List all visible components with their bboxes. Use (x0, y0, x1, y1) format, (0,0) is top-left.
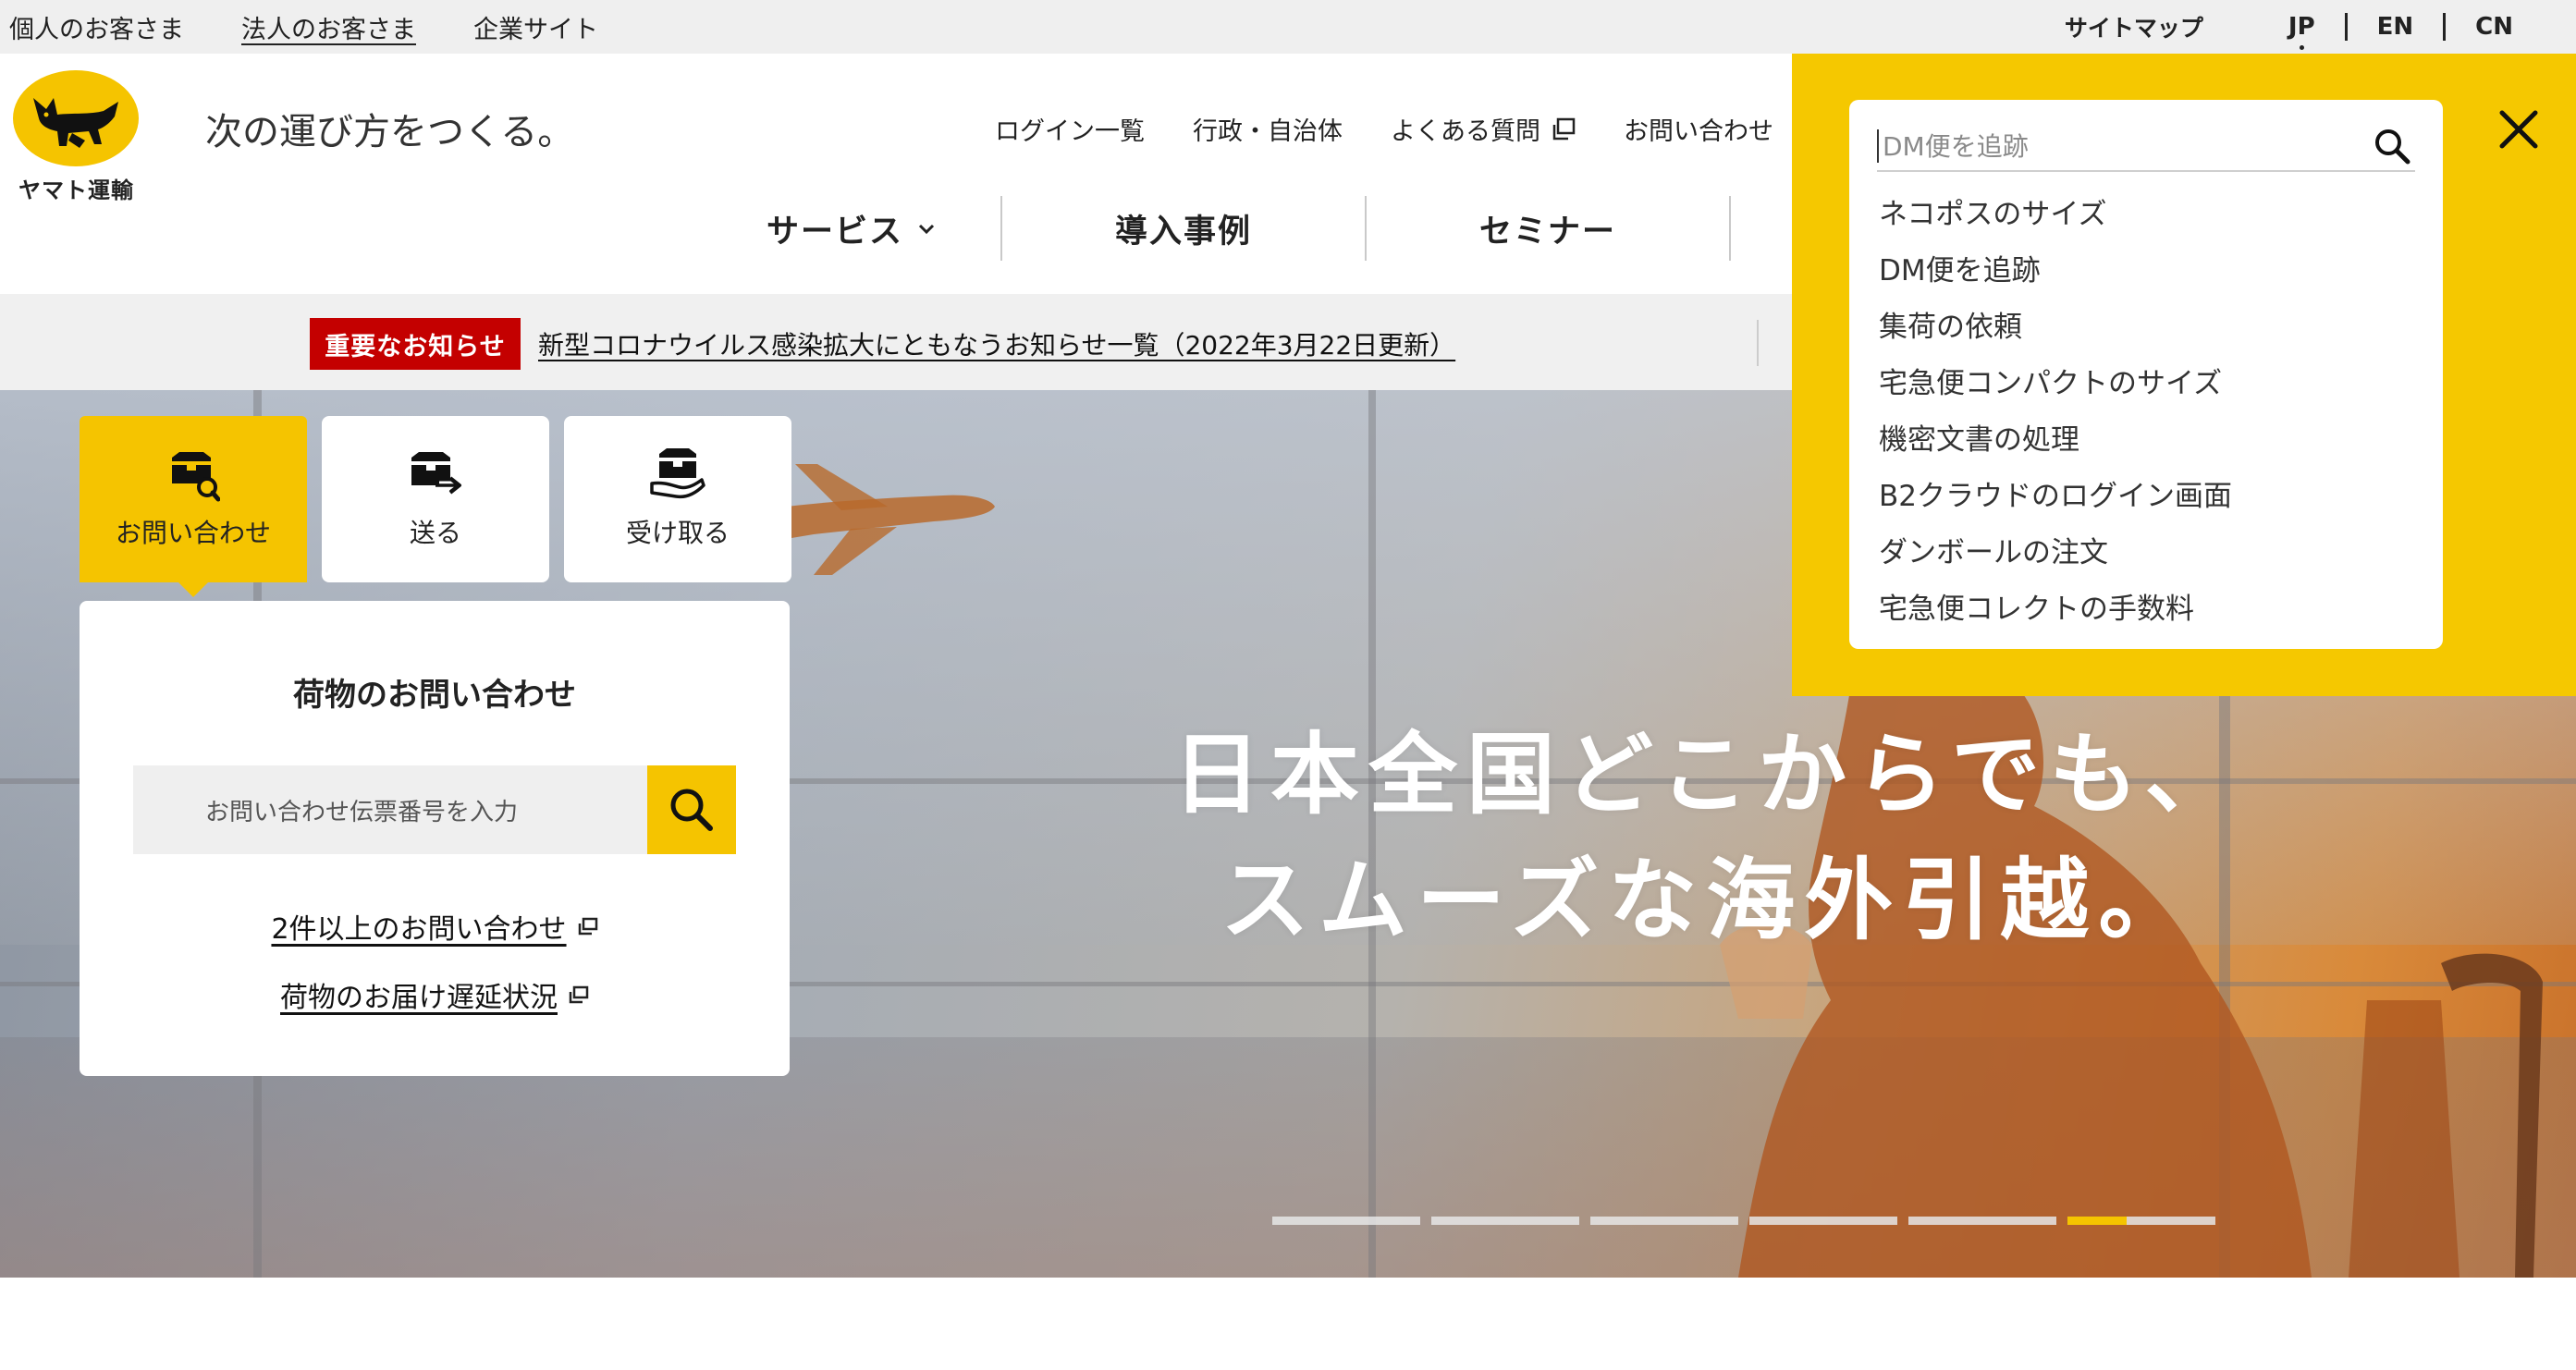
audience-links: 個人のお客さま 法人のお客さま 企業サイト (9, 0, 598, 54)
notice-divider (1757, 320, 1759, 366)
hero-headline-line2: スムーズな海外引越。 (1221, 849, 2197, 952)
hero-headline: 日本全国どこからでも、 スムーズな海外引越。 (1172, 712, 2282, 963)
slide-indicator[interactable] (1431, 1217, 1579, 1225)
search-suggestion-item[interactable]: 機密文書の処理 (1879, 409, 2232, 465)
box-receive-icon (650, 448, 705, 499)
hero-headline-line1: 日本全国どこからでも、 (1172, 723, 2243, 826)
search-suggestion-item[interactable]: 宅急便コンパクトのサイズ (1879, 352, 2232, 409)
tab-receive[interactable]: 受け取る (564, 416, 791, 582)
lang-en[interactable]: EN (2348, 13, 2444, 41)
search-suggestions: ネコポスのサイズ DM便を追跡 集荷の依頼 宅急便コンパクトのサイズ 機密文書の処理 B2… (1879, 183, 2232, 634)
lang-jp[interactable]: JP (2259, 13, 2345, 50)
slide-indicator[interactable] (2067, 1217, 2215, 1225)
box-search-icon (172, 452, 220, 502)
chevron-down-icon (918, 224, 935, 235)
tracking-panel: 荷物のお問い合わせ お問い合わせ伝票番号を入力 2件以上のお問い合わせ 荷物のお… (80, 601, 790, 1076)
multiple-inquiry-label: 2件以上のお問い合わせ (271, 913, 567, 946)
search-suggestion-item[interactable]: DM便を追跡 (1879, 239, 2232, 296)
quick-action-tabs: お問い合わせ 送る 受け取る (80, 416, 791, 597)
lang-cn[interactable]: CN (2446, 13, 2543, 41)
delivery-delay-label: 荷物のお届け遅延状況 (280, 982, 558, 1014)
site-search-input[interactable] (1877, 129, 2369, 163)
slide-indicator[interactable] (1749, 1217, 1897, 1225)
faq-link[interactable]: よくある質問 (1391, 111, 1576, 147)
tab-send[interactable]: 送る (322, 416, 549, 582)
slide-indicator[interactable] (1272, 1217, 1420, 1225)
slide-indicators (1272, 1217, 2215, 1225)
site-search-button[interactable] (2369, 123, 2415, 169)
search-icon (670, 789, 713, 831)
login-list-link[interactable]: ログイン一覧 (995, 111, 1145, 147)
tracking-panel-title: 荷物のお問い合わせ (293, 677, 576, 714)
slide-indicator[interactable] (1590, 1217, 1738, 1225)
main-navigation: サービス 導入事例 セミナー (703, 196, 1840, 261)
delivery-delay-link[interactable]: 荷物のお届け遅延状況 (80, 974, 790, 1015)
search-suggestion-item[interactable]: ネコポスのサイズ (1879, 183, 2232, 239)
black-cat-icon (33, 98, 118, 148)
external-window-icon (569, 985, 589, 1004)
search-suggestion-item[interactable]: B2クラウドのログイン画面 (1879, 465, 2232, 521)
nav-seminars-label: セミナー (1478, 213, 1616, 251)
utility-bar: 個人のお客さま 法人のお客さま 企業サイト サイトマップ JP EN CN (0, 0, 2576, 54)
nav-seminars[interactable]: セミナー (1365, 196, 1729, 261)
nav-services-label: サービス (766, 213, 903, 251)
external-window-icon (1552, 117, 1576, 140)
tracking-search: お問い合わせ伝票番号を入力 (133, 765, 736, 854)
personal-customers-link[interactable]: 個人のお客さま (9, 9, 184, 45)
tracking-search-button[interactable] (647, 765, 736, 854)
search-suggestion-item[interactable]: 集荷の依頼 (1879, 296, 2232, 352)
business-customers-link[interactable]: 法人のお客さま (241, 9, 416, 45)
search-field (1877, 122, 2415, 172)
nav-services[interactable]: サービス (703, 196, 1000, 261)
sitemap-link[interactable]: サイトマップ (2065, 10, 2203, 43)
search-suggestion-item[interactable]: ダンボールの注文 (1879, 521, 2232, 578)
yamato-logo[interactable]: ヤマト運輸 (11, 70, 141, 209)
government-link[interactable]: 行政・自治体 (1193, 111, 1343, 147)
tab-receive-label: 受け取る (625, 518, 730, 548)
external-window-icon (578, 917, 597, 936)
covid-notice-link[interactable]: 新型コロナウイルス感染拡大にともなうお知らせ一覧（2022年3月22日更新） (538, 325, 1455, 362)
slide-progress-fill (2067, 1217, 2127, 1225)
logo-text: ヤマト運輸 (18, 177, 134, 203)
tab-inquiry-label: お問い合わせ (115, 518, 271, 548)
tab-inquiry[interactable]: お問い合わせ (80, 416, 307, 597)
important-notice-badge: 重要なお知らせ (310, 318, 521, 370)
close-icon (2499, 110, 2538, 149)
close-search-button[interactable] (2491, 102, 2546, 157)
corporate-site-link[interactable]: 企業サイト (473, 9, 598, 45)
contact-link[interactable]: お問い合わせ (1624, 111, 1773, 147)
search-icon (2375, 129, 2410, 165)
search-box: ネコポスのサイズDM便を追跡集荷の依頼宅急便コンパクトのサイズ機密文書の処理B2… (1849, 100, 2443, 649)
search-suggestion-item[interactable]: 宅急便コレクトの手数料 (1879, 578, 2232, 634)
tab-send-label: 送る (409, 518, 461, 548)
nav-case-studies[interactable]: 導入事例 (1000, 196, 1365, 261)
sub-navigation: ログイン一覧 行政・自治体 よくある質問 お問い合わせ (995, 111, 1773, 147)
slide-indicator[interactable] (1908, 1217, 2056, 1225)
tracking-number-input[interactable]: お問い合わせ伝票番号を入力 (133, 765, 647, 854)
box-send-icon (411, 452, 461, 495)
faq-label: よくある質問 (1391, 117, 1540, 146)
utility-right: サイトマップ JP EN CN (2065, 0, 2543, 54)
nav-case-studies-label: 導入事例 (1114, 213, 1252, 251)
multiple-inquiry-link[interactable]: 2件以上のお問い合わせ (80, 906, 790, 947)
site-search-overlay: ネコポスのサイズDM便を追跡集荷の依頼宅急便コンパクトのサイズ機密文書の処理B2… (1792, 54, 2576, 696)
tagline: 次の運び方をつくる。 (205, 111, 575, 153)
